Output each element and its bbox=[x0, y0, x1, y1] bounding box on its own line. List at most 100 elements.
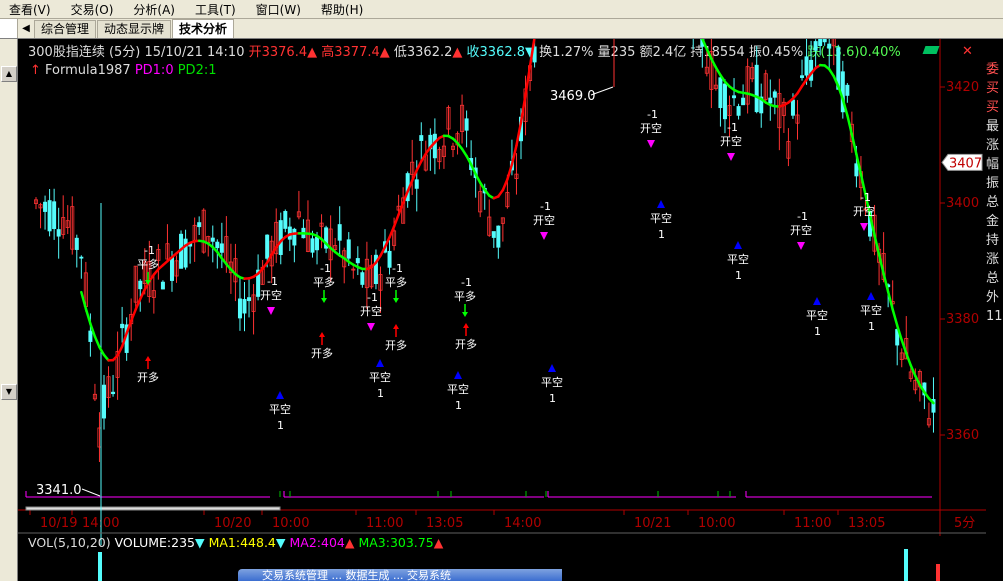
candle-body bbox=[768, 97, 773, 104]
candle-body bbox=[88, 330, 93, 342]
formula-part-2: PD1:0 bbox=[135, 63, 178, 78]
candle-body bbox=[101, 384, 106, 419]
info-label-6: 振 bbox=[986, 176, 1000, 191]
signal-text: 开空 bbox=[853, 204, 875, 218]
candle-body bbox=[265, 234, 270, 259]
ma-line-segment bbox=[510, 144, 518, 166]
candlestick-group bbox=[33, 39, 936, 546]
tab-2[interactable]: 技术分析 bbox=[172, 19, 235, 38]
candle-body bbox=[854, 163, 859, 177]
candle-body bbox=[160, 281, 165, 290]
ma-line-segment bbox=[134, 297, 142, 311]
trade-signal-buy: 开多 bbox=[455, 323, 477, 351]
menu-item-4[interactable]: 窗口(W) bbox=[247, 1, 312, 18]
header-part-5: 低3362.2 bbox=[394, 45, 453, 60]
ma-line-segment bbox=[84, 307, 92, 325]
signal-text: 平空 bbox=[369, 370, 391, 384]
header-part-6: ▲ bbox=[452, 45, 466, 60]
info-label-9: 持 bbox=[986, 233, 1000, 248]
signal-text: 平空 bbox=[650, 211, 672, 225]
signal-qty-label: -1 bbox=[540, 200, 551, 213]
candle-body bbox=[183, 238, 188, 268]
time-tick-label: 13:05 bbox=[848, 516, 885, 531]
candle-body bbox=[47, 200, 52, 232]
time-tick-label: 14:00 bbox=[504, 516, 541, 531]
candle-body bbox=[464, 118, 469, 131]
time-tick-label: 13:05 bbox=[426, 516, 463, 531]
header-part-13: 振0.45% bbox=[745, 45, 803, 60]
signal-up-triangle-icon bbox=[813, 297, 821, 305]
ma-line-segment bbox=[80, 290, 88, 310]
signal-down-triangle-icon bbox=[797, 242, 805, 250]
candle-body bbox=[722, 83, 727, 120]
high-annotation: 3469.0 bbox=[550, 89, 596, 104]
tab-scroll-left-icon[interactable]: ◀ bbox=[18, 19, 34, 38]
candle-body bbox=[210, 237, 215, 242]
menu-item-2[interactable]: 分析(A) bbox=[124, 1, 186, 18]
ma-line-segment bbox=[905, 352, 913, 367]
trade-signal-cover: 平空 1 bbox=[650, 200, 672, 241]
candle-body bbox=[56, 229, 61, 237]
time-tick-label: 10:00 bbox=[698, 516, 735, 531]
candle-body bbox=[360, 272, 365, 285]
ma-line-segment bbox=[478, 181, 486, 192]
signal-qty-label: -1 bbox=[727, 121, 738, 134]
info-label-3: 最 bbox=[986, 119, 1000, 134]
left-pane: ▲ ▼ bbox=[0, 39, 18, 581]
time-tick-label: 11:00 bbox=[794, 516, 831, 531]
candle-body bbox=[337, 224, 342, 241]
candle-body bbox=[419, 135, 424, 141]
volume-bar bbox=[98, 552, 102, 581]
time-period-label: 5分 bbox=[954, 516, 975, 531]
info-label-13: 11 bbox=[986, 309, 1003, 324]
header-part-11: 额2.4亿 bbox=[635, 45, 686, 60]
volume-panel-header: VOL(5,10,20) VOLUME:235▼ MA1:448.4▼ MA2:… bbox=[28, 535, 444, 550]
ma-line-segment bbox=[900, 338, 908, 355]
menu-item-3[interactable]: 工具(T) bbox=[186, 1, 247, 18]
info-label-1: 买 bbox=[986, 81, 1000, 96]
menu-item-5[interactable]: 帮助(H) bbox=[312, 1, 374, 18]
ma-line-segment bbox=[710, 57, 718, 69]
signal-down-triangle-icon bbox=[860, 223, 868, 231]
candle-body bbox=[346, 239, 351, 259]
ma-line-segment bbox=[460, 147, 468, 158]
candle-body bbox=[754, 64, 759, 113]
header-part-14: 跌(13.6)0.40% bbox=[803, 44, 901, 60]
chart-scrollbar bbox=[25, 506, 281, 511]
low-annotation-leader bbox=[81, 488, 101, 497]
tabbar-left-pane bbox=[0, 19, 18, 38]
candle-body bbox=[741, 97, 746, 106]
signal-qty-label: -1 bbox=[144, 244, 155, 257]
candle-body bbox=[215, 241, 220, 249]
signal-qty-label: 1 bbox=[868, 320, 875, 333]
scroll-up-icon[interactable]: ▲ bbox=[1, 66, 17, 82]
info-label-10: 涨 bbox=[986, 252, 1000, 267]
menu-item-0[interactable]: 查看(V) bbox=[0, 1, 62, 18]
taskbar-popup[interactable]: 交易系统管理 ... 数据生成 ... 交易系统 bbox=[238, 569, 562, 581]
trade-signal-buy: 开多 bbox=[385, 324, 407, 352]
tab-1[interactable]: 动态显示牌 bbox=[97, 20, 172, 38]
signal-text: 开空 bbox=[360, 304, 382, 318]
candle-body bbox=[491, 231, 496, 238]
trade-signal-short: -1开空 bbox=[720, 121, 742, 161]
ma-line-segment bbox=[129, 308, 137, 323]
signal-down-triangle-icon bbox=[267, 307, 275, 315]
chart-area[interactable]: 300股指连续 (5分) 15/10/21 14:10 开3376.4▲ 高33… bbox=[18, 39, 986, 581]
ma-line-segment bbox=[420, 152, 428, 163]
trade-signal-buy: 开多 bbox=[311, 332, 333, 360]
tab-bar: ◀ 综合管理 动态显示牌 技术分析 bbox=[0, 19, 1003, 39]
time-tick-label: 11:00 bbox=[366, 516, 403, 531]
signal-qty-label: -1 bbox=[367, 291, 378, 304]
scroll-down-icon[interactable]: ▼ bbox=[1, 384, 17, 400]
menu-item-1[interactable]: 交易(O) bbox=[62, 1, 125, 18]
ma-line-segment bbox=[519, 93, 527, 124]
tab-0[interactable]: 综合管理 bbox=[34, 20, 97, 38]
signal-down-arrow-icon bbox=[393, 298, 399, 303]
trade-signal-cover: 平空 1 bbox=[806, 297, 828, 338]
candle-body bbox=[120, 323, 125, 329]
trade-signal-buy: 开多 bbox=[137, 356, 159, 384]
candle-body bbox=[387, 250, 392, 268]
signal-down-triangle-icon bbox=[367, 323, 375, 331]
signal-up-triangle-icon bbox=[548, 364, 556, 372]
ma-line-segment bbox=[873, 234, 881, 257]
